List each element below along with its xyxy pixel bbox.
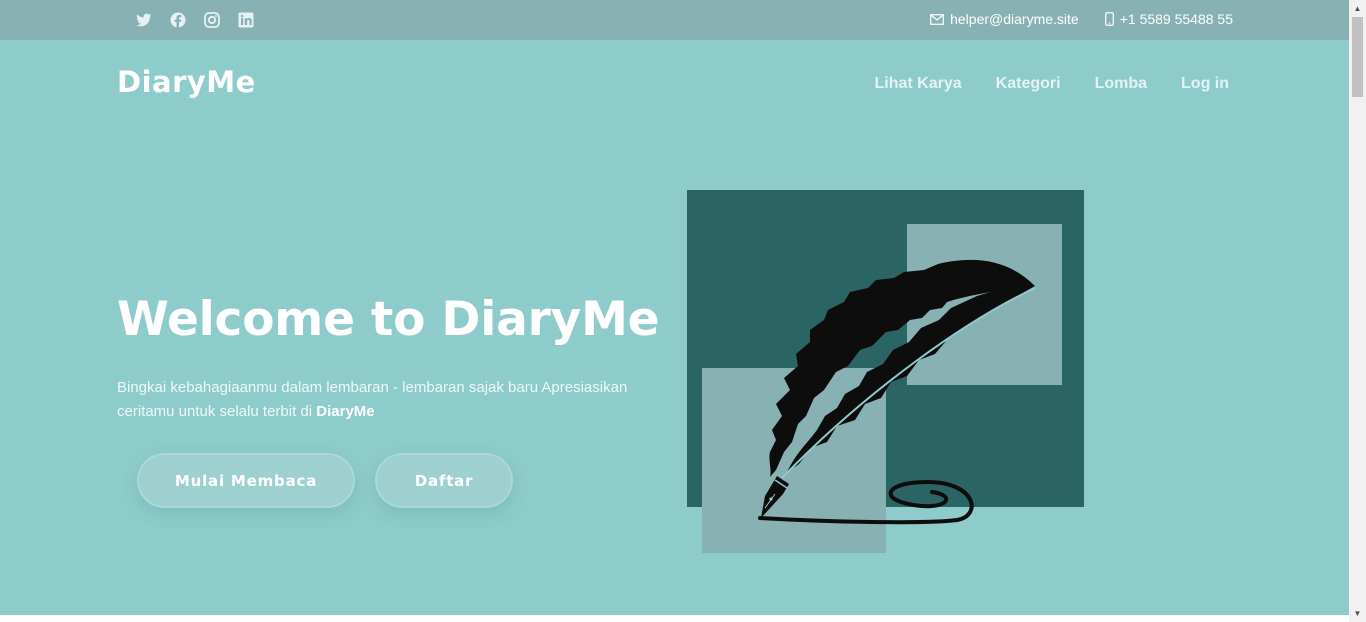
instagram-icon[interactable] bbox=[204, 12, 220, 28]
hero-description: Bingkai kebahagiaanmu dalam lembaran - l… bbox=[117, 376, 677, 424]
viewport: helper@diaryme.site +1 5589 55488 55 Dia… bbox=[0, 0, 1349, 622]
nav-item-kategori[interactable]: Kategori bbox=[996, 75, 1061, 93]
main-nav: Lihat Karya Kategori Lomba Log in bbox=[875, 75, 1229, 93]
nav-item-login[interactable]: Log in bbox=[1181, 75, 1229, 93]
feather-quill-illustration bbox=[687, 190, 1084, 553]
phone-contact[interactable]: +1 5589 55488 55 bbox=[1104, 11, 1233, 27]
phone-icon bbox=[1104, 12, 1114, 26]
vertical-scrollbar[interactable]: ▲ ▼ bbox=[1349, 0, 1366, 622]
email-text: helper@diaryme.site bbox=[950, 11, 1079, 27]
nav-item-lihat-karya[interactable]: Lihat Karya bbox=[875, 75, 962, 93]
phone-text: +1 5589 55488 55 bbox=[1119, 11, 1233, 27]
twitter-icon[interactable] bbox=[136, 12, 152, 28]
scroll-up-arrow-icon[interactable]: ▲ bbox=[1349, 0, 1366, 17]
page: helper@diaryme.site +1 5589 55488 55 Dia… bbox=[0, 0, 1366, 622]
scroll-down-arrow-icon[interactable]: ▼ bbox=[1349, 605, 1366, 622]
start-reading-button[interactable]: Mulai Membaca bbox=[137, 453, 355, 508]
hero-section: DiaryMe Lihat Karya Kategori Lomba Log i… bbox=[0, 40, 1349, 615]
brand-logo[interactable]: DiaryMe bbox=[117, 65, 256, 99]
envelope-icon bbox=[930, 13, 944, 25]
hero-description-brand: DiaryMe bbox=[316, 403, 375, 420]
hero-title: Welcome to DiaryMe bbox=[117, 292, 660, 347]
nav-item-lomba[interactable]: Lomba bbox=[1095, 75, 1147, 93]
scroll-thumb[interactable] bbox=[1352, 17, 1363, 97]
email-contact[interactable]: helper@diaryme.site bbox=[930, 11, 1079, 27]
social-links bbox=[136, 12, 254, 28]
linkedin-icon[interactable] bbox=[238, 12, 254, 28]
contact-info: helper@diaryme.site +1 5589 55488 55 bbox=[930, 11, 1233, 27]
top-bar: helper@diaryme.site +1 5589 55488 55 bbox=[0, 0, 1349, 40]
facebook-icon[interactable] bbox=[170, 12, 186, 28]
register-button[interactable]: Daftar bbox=[375, 453, 513, 508]
